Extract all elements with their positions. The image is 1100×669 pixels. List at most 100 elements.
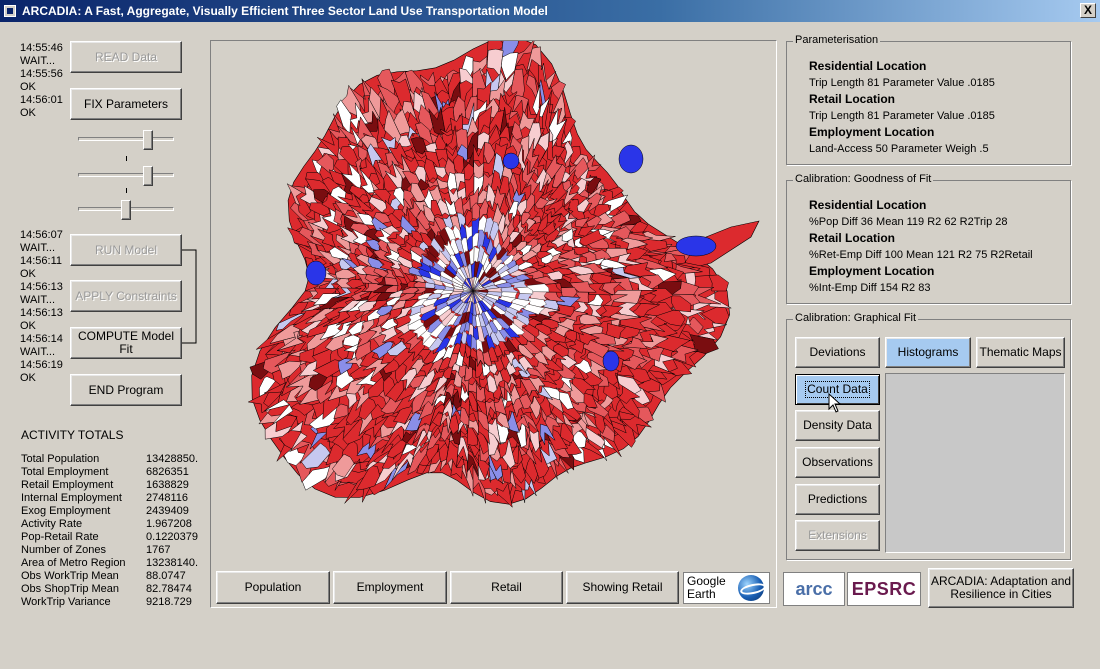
totals-row: Exog Employment 2439409 <box>21 505 198 518</box>
log-line: OK <box>20 81 36 93</box>
close-button[interactable]: X <box>1080 3 1096 18</box>
parameter-slider-1[interactable] <box>76 124 176 154</box>
run-model-button[interactable]: RUN Model <box>70 234 182 266</box>
employment-heading: Employment Location <box>809 264 935 278</box>
slider-thumb[interactable] <box>121 200 131 220</box>
log-line: OK <box>20 320 36 332</box>
totals-value: 9218.729 <box>146 596 192 608</box>
totals-row: Area of Metro Region 13238140. <box>21 557 198 570</box>
residential-fit: %Pop Diff 36 Mean 119 R2 62 R2Trip 28 <box>809 216 1008 228</box>
parameter-slider-3[interactable] <box>76 188 176 224</box>
totals-row: Obs ShopTrip Mean 82.78474 <box>21 583 198 596</box>
totals-label: Obs ShopTrip Mean <box>21 583 120 595</box>
employment-button[interactable]: Employment <box>333 571 447 604</box>
fix-parameters-button[interactable]: FIX Parameters <box>70 88 182 120</box>
map-panel[interactable] <box>210 40 777 608</box>
employment-fit: %Int-Emp Diff 154 R2 83 <box>809 282 931 294</box>
totals-value: 1638829 <box>146 479 189 491</box>
epsrc-logo: EPSRC <box>847 572 921 606</box>
compute-model-fit-button[interactable]: COMPUTE Model Fit <box>70 327 182 359</box>
histograms-button[interactable]: Histograms <box>885 337 971 368</box>
slider-thumb[interactable] <box>142 130 153 150</box>
slider-track <box>78 137 174 141</box>
employment-value: Land-Access 50 Parameter Weigh .5 <box>809 143 989 155</box>
retail-heading: Retail Location <box>809 92 896 106</box>
totals-row: Pop-Retail Rate 0.1220379 <box>21 531 198 544</box>
slider-track <box>78 173 174 177</box>
totals-value: 13428850. <box>146 453 198 465</box>
deviations-button[interactable]: Deviations <box>795 337 880 368</box>
totals-value: 0.1220379 <box>146 531 198 543</box>
totals-label: WorkTrip Variance <box>21 596 111 608</box>
retail-button[interactable]: Retail <box>450 571 563 604</box>
slider-tick <box>126 188 127 193</box>
choropleth-map[interactable] <box>211 41 776 607</box>
retail-fit: %Ret-Emp Diff 100 Mean 121 R2 75 R2Retai… <box>809 249 1033 261</box>
density-data-button[interactable]: Density Data <box>795 410 880 441</box>
end-program-button[interactable]: END Program <box>70 374 182 406</box>
totals-label: Pop-Retail Rate <box>21 531 99 543</box>
slider-tick <box>126 156 127 161</box>
google-earth-button[interactable]: Google Earth <box>683 572 770 604</box>
parameterisation-group: Parameterisation Residential Location Tr… <box>786 34 1071 165</box>
totals-value: 6826351 <box>146 466 189 478</box>
log-line: 14:56:01 <box>20 94 63 106</box>
population-button[interactable]: Population <box>216 571 330 604</box>
read-data-button[interactable]: READ Data <box>70 41 182 73</box>
residential-heading: Residential Location <box>809 59 927 73</box>
group-title: Parameterisation <box>793 34 881 46</box>
totals-value: 88.0747 <box>146 570 186 582</box>
parameterisation-content: Residential Location Trip Length 81 Para… <box>809 58 995 157</box>
totals-label: Area of Metro Region <box>21 557 126 569</box>
arcadia-info-button[interactable]: ARCADIA: Adaptation and Resilience in Ci… <box>928 568 1074 608</box>
goodness-of-fit-group: Calibration: Goodness of Fit Residential… <box>786 173 1071 304</box>
map-zone[interactable] <box>560 287 578 298</box>
log-line: WAIT... <box>20 294 56 306</box>
totals-row: Total Employment 6826351 <box>21 466 198 479</box>
totals-label: Obs WorkTrip Mean <box>21 570 119 582</box>
totals-label: Total Employment <box>21 466 109 478</box>
predictions-button[interactable]: Predictions <box>795 484 880 515</box>
totals-row: Obs WorkTrip Mean 88.0747 <box>21 570 198 583</box>
log-line: 14:56:11 <box>20 255 63 267</box>
parameter-slider-2[interactable] <box>76 156 176 190</box>
log-line: 14:56:14 <box>20 333 63 345</box>
log-line: OK <box>20 372 36 384</box>
map-zone[interactable] <box>502 152 520 170</box>
totals-label: Internal Employment <box>21 492 122 504</box>
log-line: 14:56:07 <box>20 229 63 241</box>
totals-value: 13238140. <box>146 557 198 569</box>
slider-thumb[interactable] <box>142 166 153 186</box>
mouse-cursor-icon <box>828 393 842 413</box>
log-line: 14:55:56 <box>20 68 63 80</box>
goodness-content: Residential Location %Pop Diff 36 Mean 1… <box>809 197 1033 296</box>
map-zone[interactable] <box>675 235 717 257</box>
log-line: 14:56:13 <box>20 307 63 319</box>
totals-row: Total Population 13428850. <box>21 453 198 466</box>
map-zone[interactable] <box>618 144 644 174</box>
log-line: WAIT... <box>20 242 56 254</box>
map-zone[interactable] <box>602 350 620 372</box>
app-icon <box>4 5 16 17</box>
totals-row: Activity Rate 1.967208 <box>21 518 198 531</box>
observations-button[interactable]: Observations <box>795 447 880 478</box>
flow-connector <box>182 249 197 344</box>
totals-value: 2439409 <box>146 505 189 517</box>
activity-totals-title: ACTIVITY TOTALS <box>21 428 124 442</box>
globe-icon <box>738 575 764 601</box>
apply-constraints-button[interactable]: APPLY Constraints <box>70 280 182 312</box>
extensions-button[interactable]: Extensions <box>795 520 880 551</box>
map-zone[interactable] <box>305 260 327 286</box>
totals-label: Exog Employment <box>21 505 111 517</box>
google-earth-line-2: Earth <box>687 587 716 601</box>
totals-label: Number of Zones <box>21 544 106 556</box>
totals-value: 1.967208 <box>146 518 192 530</box>
log-line: OK <box>20 107 36 119</box>
totals-row: Number of Zones 1767 <box>21 544 198 557</box>
showing-retail-button[interactable]: Showing Retail <box>566 571 679 604</box>
status-log-top: 14:55:46 WAIT... 14:55:56 OK 14:56:01 OK <box>20 42 63 120</box>
thematic-maps-button[interactable]: Thematic Maps <box>976 337 1065 368</box>
log-line: WAIT... <box>20 55 56 67</box>
histogram-display <box>885 373 1065 553</box>
arcc-logo: arcc <box>783 572 845 606</box>
